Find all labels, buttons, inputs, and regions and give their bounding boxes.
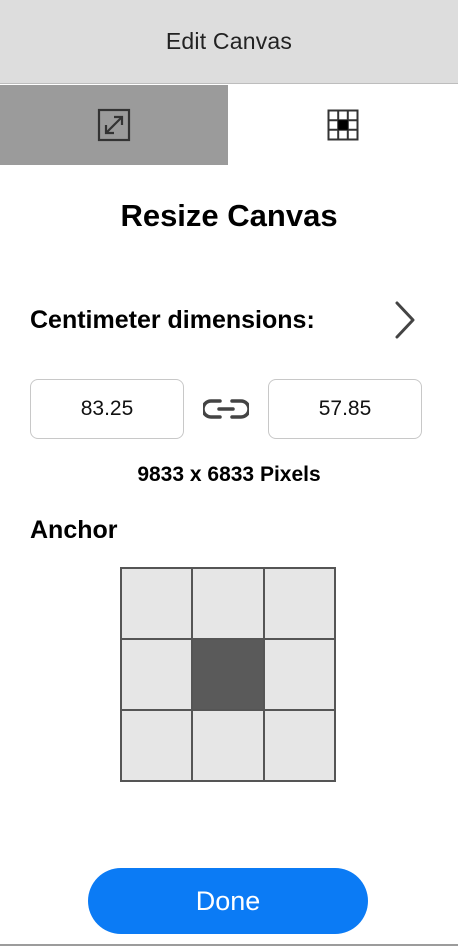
dimensions-label: Centimeter dimensions: bbox=[30, 305, 315, 334]
tab-anchor[interactable] bbox=[228, 85, 458, 165]
width-input[interactable]: 83.25 bbox=[30, 379, 184, 439]
anchor-middle-left[interactable] bbox=[122, 640, 192, 709]
dimensions-row[interactable]: Centimeter dimensions: bbox=[30, 298, 420, 342]
anchor-grid-icon bbox=[327, 109, 359, 141]
anchor-middle-right[interactable] bbox=[264, 640, 334, 709]
anchor-center[interactable] bbox=[193, 640, 263, 709]
height-input[interactable]: 57.85 bbox=[268, 379, 422, 439]
header-title: Edit Canvas bbox=[165, 28, 293, 54]
anchor-bottom-left[interactable] bbox=[122, 711, 192, 780]
link-icon[interactable] bbox=[203, 398, 249, 420]
header: Edit Canvas bbox=[0, 0, 458, 84]
anchor-top-right[interactable] bbox=[264, 569, 334, 638]
anchor-bottom-center[interactable] bbox=[193, 711, 263, 780]
pixel-dimensions: 9833 x 6833 Pixels bbox=[137, 463, 321, 486]
done-button[interactable]: Done bbox=[88, 868, 368, 934]
anchor-top-left[interactable] bbox=[122, 569, 192, 638]
anchor-top-center[interactable] bbox=[193, 569, 263, 638]
tab-resize[interactable] bbox=[0, 85, 228, 165]
chevron-right-icon[interactable] bbox=[390, 298, 420, 342]
tab-bar bbox=[0, 85, 458, 165]
anchor-bottom-right[interactable] bbox=[264, 711, 334, 780]
anchor-label: Anchor bbox=[30, 516, 118, 544]
resize-icon bbox=[97, 108, 131, 142]
resize-canvas-title: Resize Canvas bbox=[120, 198, 338, 233]
anchor-grid bbox=[120, 567, 336, 782]
edit-canvas-screen: Edit Canvas Resize Canvas Centimeter dim… bbox=[0, 0, 458, 946]
